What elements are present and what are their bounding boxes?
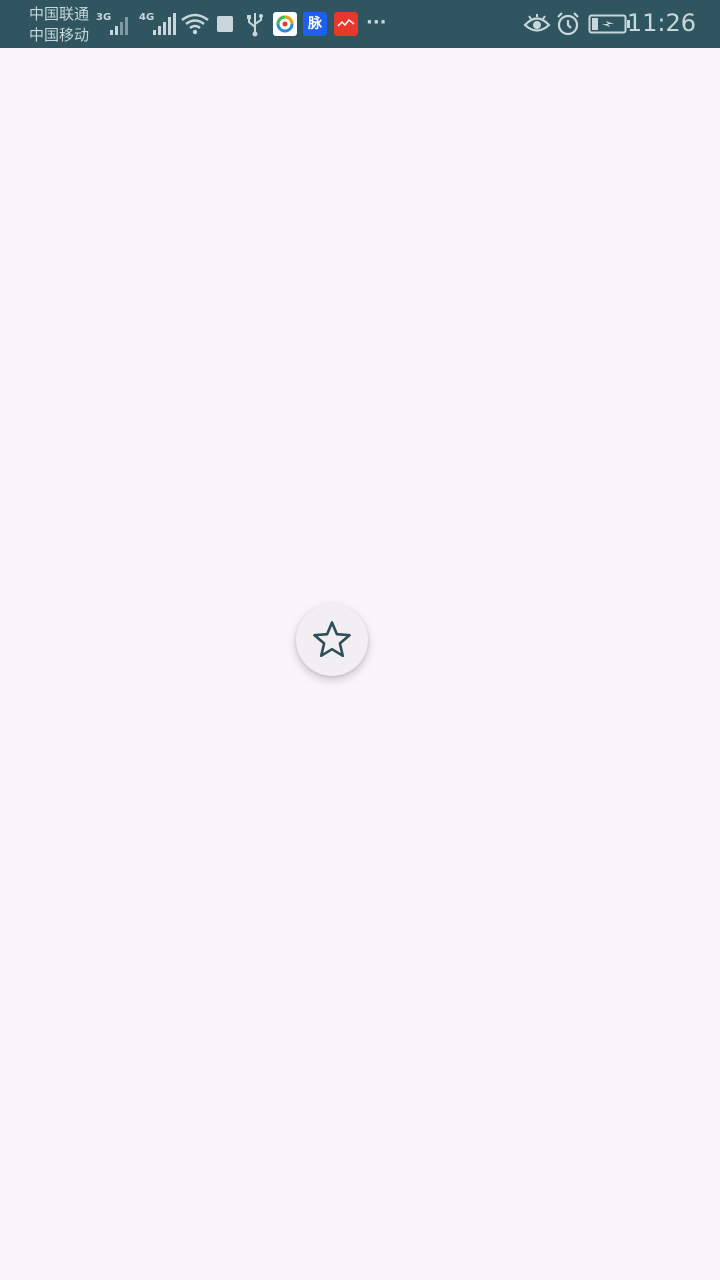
usb-icon bbox=[247, 13, 263, 37]
red-app-icon bbox=[334, 12, 358, 36]
battery-charging-icon bbox=[588, 14, 630, 34]
more-notifications-icon: ··· bbox=[366, 12, 387, 33]
eye-comfort-icon bbox=[523, 14, 551, 32]
wifi-icon bbox=[181, 13, 209, 35]
square-notification-icon bbox=[217, 16, 233, 32]
status-bar: 中国联通 中国移动 3G 4G 脉 ··· 11:26 bbox=[0, 0, 720, 48]
favorite-button[interactable] bbox=[296, 604, 368, 676]
signal-3g-icon bbox=[110, 17, 128, 35]
signal-4g-icon bbox=[153, 13, 176, 35]
maimai-app-icon: 脉 bbox=[303, 12, 327, 36]
carrier-1: 中国联通 bbox=[29, 5, 90, 23]
carrier-labels: 中国联通 中国移动 bbox=[29, 4, 89, 46]
tencent-app-icon bbox=[273, 12, 297, 36]
clock-time: 11:26 bbox=[626, 9, 696, 37]
star-outline-icon bbox=[313, 621, 351, 658]
carrier-2: 中国移动 bbox=[29, 26, 90, 44]
main-content bbox=[0, 48, 720, 1280]
alarm-icon bbox=[557, 12, 579, 36]
